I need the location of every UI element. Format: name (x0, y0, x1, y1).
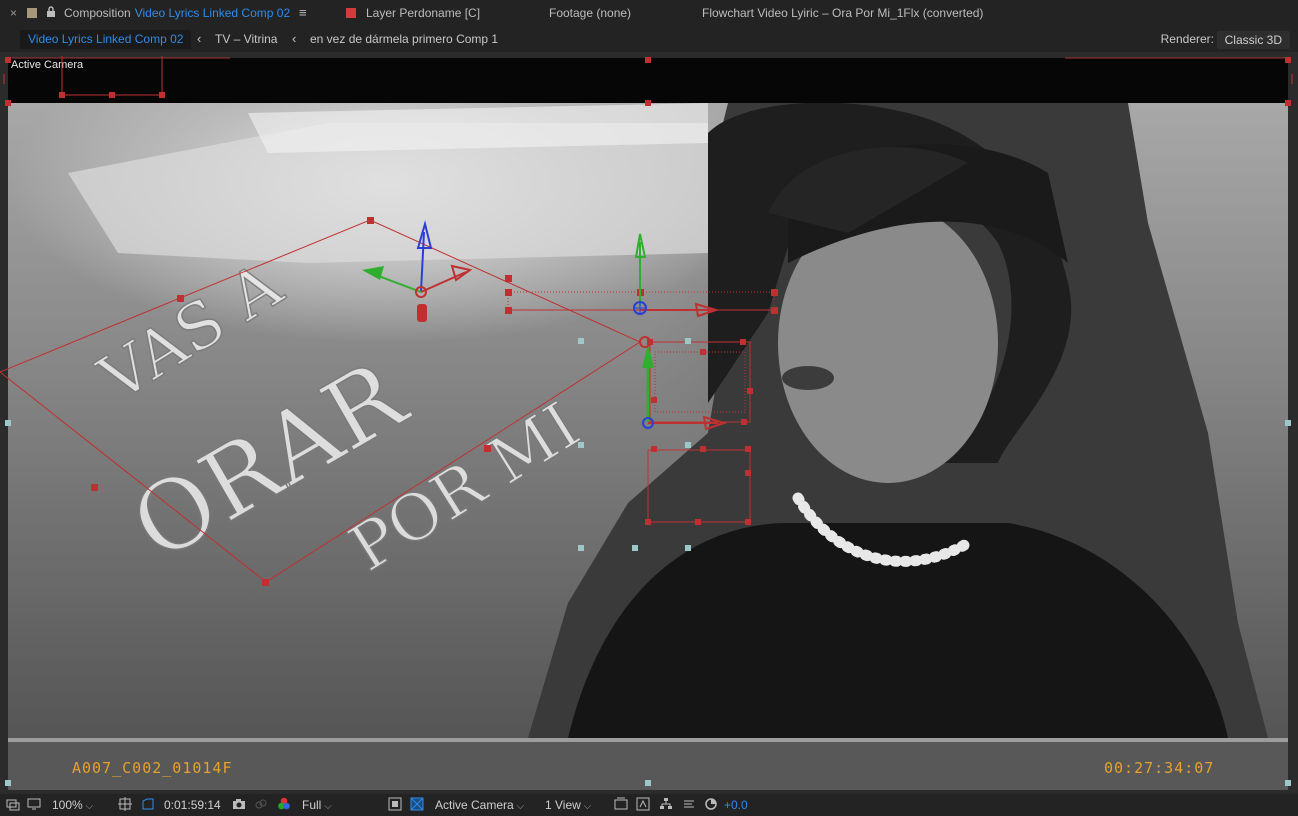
composition-viewer[interactable]: Active Camera VAS A ORAR POR MI A007_C00… (0, 52, 1298, 794)
tab-flowchart-label: Flowchart Video Lyiric – Ora Por Mi_1Flx… (702, 6, 984, 20)
view-layout-dropdown[interactable]: 1 View (545, 798, 591, 812)
color-swatch-icon (27, 8, 37, 18)
reset-exposure-icon[interactable] (704, 797, 718, 811)
panel-menu-button[interactable]: ≡ (299, 5, 307, 20)
current-time-display[interactable]: 0:01:59:14 (164, 798, 221, 812)
breadcrumb-item-tv-vitrina[interactable]: TV – Vitrina (215, 32, 277, 46)
tab-footage-label: Footage (none) (549, 6, 632, 20)
chevron-left-icon: ‹ (197, 31, 202, 46)
tab-composition-name: Video Lyrics Linked Comp 02 (134, 6, 291, 20)
camera-view-dropdown[interactable]: Active Camera (435, 798, 524, 812)
exposure-value[interactable]: +0.0 (724, 798, 748, 812)
timeline-icon[interactable] (682, 797, 696, 811)
panel-tab-bar: × Composition Video Lyrics Linked Comp 0… (0, 0, 1298, 28)
close-panel-button[interactable]: × (10, 6, 17, 20)
always-preview-icon[interactable] (6, 797, 20, 811)
zoom-dropdown[interactable]: 100% (52, 798, 93, 812)
tab-flowchart[interactable]: Flowchart Video Lyiric – Ora Por Mi_1Flx… (702, 6, 983, 20)
layer-color-icon (346, 8, 356, 18)
region-of-interest-icon[interactable] (388, 797, 402, 811)
viewer-toolbar: 100% 0:01:59:14 Full Active Camera 1 Vie… (0, 794, 1298, 816)
layer-color-swatch (346, 8, 356, 18)
transparency-grid-icon[interactable] (410, 797, 424, 811)
safe-margins-icon[interactable] (118, 797, 132, 811)
chevron-left-icon: ‹ (292, 31, 297, 46)
resolution-dropdown[interactable]: Full (302, 798, 332, 812)
renderer-label: Renderer: (1160, 32, 1214, 46)
tab-composition[interactable]: Composition Video Lyrics Linked Comp 02 (64, 6, 290, 20)
breadcrumb-item-current[interactable]: Video Lyrics Linked Comp 02 (20, 30, 192, 49)
toggle-pixel-aspect-icon[interactable] (614, 797, 628, 811)
hamburger-menu-icon[interactable]: ≡ (299, 5, 307, 20)
monitor-icon[interactable] (27, 797, 41, 811)
show-snapshot-icon[interactable] (254, 797, 268, 811)
tab-footage[interactable]: Footage (none) (549, 6, 631, 20)
close-icon[interactable]: × (10, 6, 17, 20)
composition-color-swatch (27, 8, 37, 18)
fast-previews-icon[interactable] (636, 797, 650, 811)
tab-layer[interactable]: Layer Perdoname [C] (366, 6, 480, 20)
tab-layer-label: Layer Perdoname [C] (366, 6, 481, 20)
mask-path-visibility-icon[interactable] (141, 797, 155, 811)
breadcrumb-item-comp-1[interactable]: en vez de dármela primero Comp 1 (310, 32, 498, 46)
composition-navigator: Video Lyrics Linked Comp 02 ‹ TV – Vitri… (0, 28, 1298, 51)
renderer-button[interactable]: Classic 3D (1216, 31, 1290, 49)
lock-toggle[interactable] (46, 6, 56, 18)
layer-handles-overlay[interactable] (0, 52, 1298, 794)
tab-composition-prefix: Composition (64, 6, 131, 20)
snapshot-camera-icon[interactable] (232, 797, 246, 811)
lock-icon[interactable] (46, 6, 56, 18)
flowchart-icon[interactable] (659, 797, 673, 811)
channel-rgb-icon[interactable] (277, 797, 291, 811)
